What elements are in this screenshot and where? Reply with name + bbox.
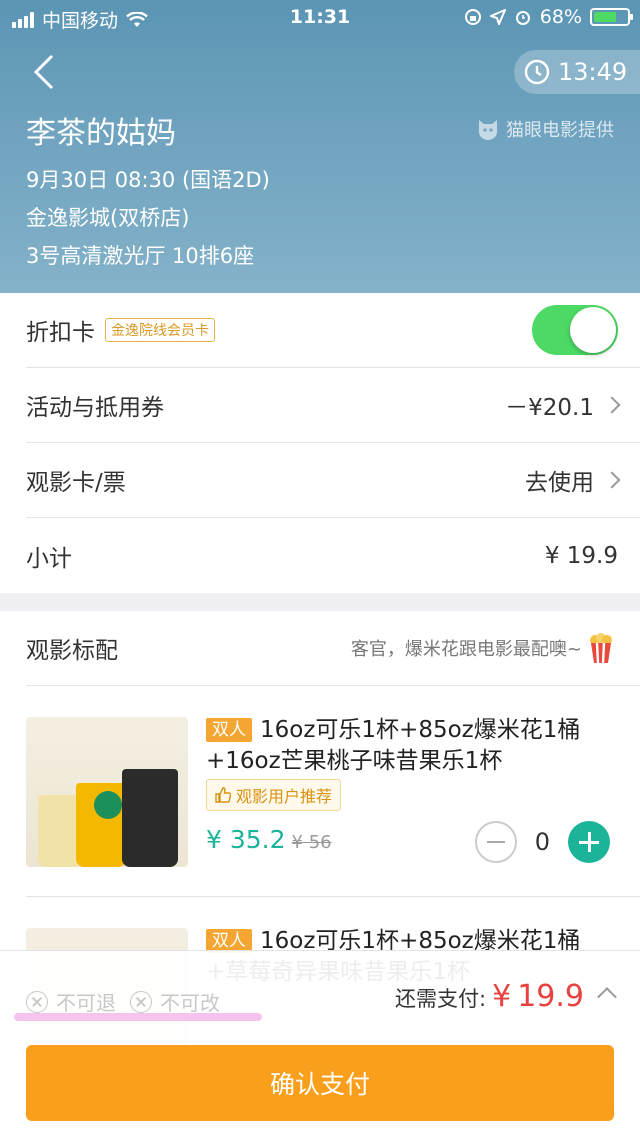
countdown-value: 13:49 — [558, 58, 628, 86]
amount-due[interactable]: 还需支付: ¥19.9 — [395, 979, 617, 1014]
location-icon — [489, 9, 506, 25]
close-circle-icon — [130, 990, 152, 1013]
discount-card-row: 折扣卡 金逸院线会员卡 — [26, 293, 640, 368]
toggle-knob — [570, 307, 616, 353]
cat-logo-icon — [479, 120, 497, 140]
movie-card-value: 去使用 — [525, 470, 594, 496]
movie-card-label: 观影卡/票 — [26, 470, 126, 496]
confirm-pay-button[interactable]: 确认支付 — [26, 1045, 614, 1121]
provider-label: 猫眼电影提供 — [476, 116, 614, 142]
battery-icon — [590, 8, 633, 26]
amount-due-label: 还需支付: — [395, 987, 487, 1011]
chevron-up-icon — [597, 987, 617, 1007]
movie-title: 李茶的姑妈 — [26, 116, 176, 151]
thumbs-up-icon — [215, 787, 231, 803]
recommend-text: 观影用户推荐 — [236, 787, 333, 806]
hall-seat: 3号高清激光厅 10排6座 — [26, 244, 255, 268]
coupons-value: －¥20.1 — [505, 395, 594, 421]
alarm-icon — [515, 11, 530, 25]
combo-hint-text: 客官，爆米花跟电影最配噢~ — [350, 639, 582, 660]
no-change-label: 不可改 — [160, 991, 220, 1015]
order-confirm-page: 中国移动 11:31 68% 13:49 李茶的姑妈 猫眼电影提供 9月30日 … — [0, 0, 640, 1138]
combo-image — [26, 717, 188, 867]
combo-item: 双人 16oz可乐1杯+85oz爆米花1桶+16oz芒果桃子味昔果乐1杯 观影用户… — [26, 687, 640, 897]
amount-due-currency: ¥ — [492, 979, 512, 1014]
quantity-stepper: 0 — [474, 821, 610, 863]
checkout-bar: 不可退 不可改 还需支付: ¥19.9 确认支付 — [0, 950, 640, 1138]
decrease-button[interactable] — [474, 821, 517, 863]
chevron-right-icon — [603, 471, 621, 489]
ticket-rules: 不可退 不可改 — [26, 987, 220, 1016]
coupons-label: 活动与抵用券 — [26, 395, 164, 421]
showtime: 9月30日 08:30 (国语2D) — [26, 168, 270, 192]
countdown-timer: 13:49 — [514, 50, 640, 94]
no-refund-label: 不可退 — [56, 991, 116, 1015]
combo-hint: 客官，爆米花跟电影最配噢~ — [351, 632, 614, 664]
discount-card-label: 折扣卡 — [26, 320, 95, 346]
status-bar: 中国移动 11:31 68% — [0, 0, 640, 36]
payment-options: 折扣卡 金逸院线会员卡 活动与抵用券 －¥20.1 观影卡/票 去使用 小计 ¥… — [0, 293, 640, 593]
amount-due-value: 19.9 — [517, 979, 584, 1014]
coupons-row[interactable]: 活动与抵用券 －¥20.1 — [26, 368, 640, 443]
combo-item-title-text: 16oz可乐1杯+85oz爆米花1桶+16oz芒果桃子味昔果乐1杯 — [206, 717, 581, 774]
combo-badge: 双人 — [206, 718, 252, 742]
order-header: 中国移动 11:31 68% 13:49 李茶的姑妈 猫眼电影提供 9月30日 … — [0, 0, 640, 293]
combo-old-price: ¥ 56 — [291, 832, 332, 853]
subtotal-value: ¥ 19.9 — [544, 542, 618, 569]
clock-icon — [524, 59, 550, 85]
chevron-right-icon — [603, 396, 621, 414]
movie-card-row[interactable]: 观影卡/票 去使用 — [26, 443, 640, 518]
battery-percent: 68% — [539, 6, 582, 28]
rotation-lock-icon — [464, 9, 481, 25]
popcorn-icon — [590, 633, 612, 664]
increase-button[interactable] — [568, 821, 610, 863]
combo-title: 观影标配 — [26, 638, 118, 664]
combo-header: 观影标配 客官，爆米花跟电影最配噢~ — [26, 611, 640, 686]
close-circle-icon — [26, 990, 48, 1013]
back-button[interactable] — [30, 52, 70, 92]
member-card-tag: 金逸院线会员卡 — [105, 318, 215, 342]
subtotal-label: 小计 — [26, 545, 72, 572]
cinema-name: 金逸影城(双桥店) — [26, 206, 190, 230]
combo-price: ¥ 35.2 — [206, 825, 286, 854]
provider-text: 猫眼电影提供 — [506, 120, 614, 141]
quantity-value: 0 — [534, 828, 550, 856]
combo-item-title: 双人 16oz可乐1杯+85oz爆米花1桶+16oz芒果桃子味昔果乐1杯 — [206, 715, 616, 777]
chevron-left-icon — [33, 54, 54, 90]
combo-price-row: ¥ 35.2 ¥ 56 — [206, 825, 332, 854]
recommend-tag: 观影用户推荐 — [206, 779, 342, 811]
subtotal-row: 小计 ¥ 19.9 — [26, 518, 640, 593]
discount-card-toggle[interactable] — [532, 305, 618, 355]
